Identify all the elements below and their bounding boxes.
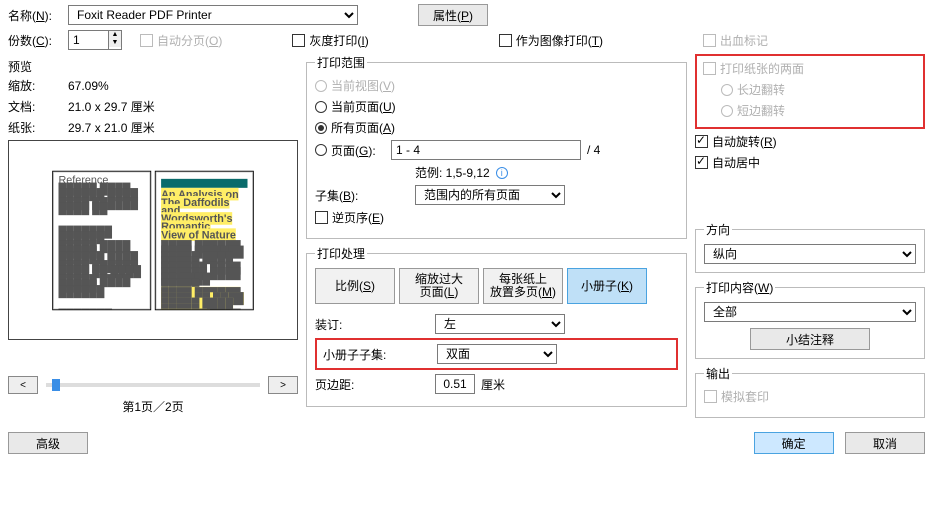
cancel-button[interactable]: 取消 bbox=[845, 432, 925, 454]
tab-booklet[interactable]: 小册子(K) bbox=[567, 268, 647, 304]
pages-total: / 4 bbox=[587, 143, 600, 157]
pages-example: 范例: 1,5-9,12 bbox=[415, 164, 490, 181]
binding-label: 装订: bbox=[315, 316, 435, 333]
preview-page-right: An Analysis on The Daffodils and Wordswo… bbox=[155, 170, 254, 310]
pages-label: 页面(G): bbox=[331, 142, 391, 159]
current-view-label: 当前视图(V) bbox=[331, 77, 395, 94]
duplex-checkbox bbox=[703, 62, 716, 75]
orientation-select[interactable]: 纵向 bbox=[704, 244, 916, 264]
print-what-group: 打印内容(W) 全部 小结注释 bbox=[695, 279, 925, 359]
duplex-label: 打印纸张的两面 bbox=[720, 60, 804, 77]
auto-center-label: 自动居中 bbox=[712, 154, 760, 171]
paper-label: 纸张: bbox=[8, 119, 68, 136]
next-page-button[interactable]: > bbox=[268, 376, 298, 394]
output-title: 输出 bbox=[704, 365, 732, 382]
long-edge-radio bbox=[721, 84, 733, 96]
copies-spinner[interactable]: ▲▼ bbox=[68, 30, 122, 50]
reverse-checkbox[interactable] bbox=[315, 211, 328, 224]
copies-input[interactable] bbox=[68, 30, 108, 50]
printer-select[interactable]: Foxit Reader PDF Printer bbox=[68, 5, 358, 25]
doc-label: 文档: bbox=[8, 98, 68, 115]
collate-checkbox bbox=[140, 34, 153, 47]
preview-title: 预览 bbox=[8, 58, 298, 75]
pages-radio[interactable] bbox=[315, 144, 327, 156]
auto-center-checkbox[interactable] bbox=[695, 156, 708, 169]
zoom-value: 67.09% bbox=[68, 79, 109, 93]
booklet-subset-select[interactable]: 双面 bbox=[437, 344, 557, 364]
collate-label: 自动分页(O) bbox=[157, 32, 222, 49]
subset-label: 子集(B): bbox=[315, 187, 415, 204]
properties-button[interactable]: 属性(P) bbox=[418, 4, 488, 26]
auto-rotate-label: 自动旋转(R) bbox=[712, 133, 777, 150]
as-image-label: 作为图像打印(T) bbox=[516, 32, 603, 49]
current-page-radio[interactable] bbox=[315, 101, 327, 113]
bleed-checkbox bbox=[703, 34, 716, 47]
binding-select[interactable]: 左 bbox=[435, 314, 565, 334]
print-what-select[interactable]: 全部 bbox=[704, 302, 916, 322]
long-edge-label: 长边翻转 bbox=[737, 81, 785, 98]
grayscale-label: 灰度打印(I) bbox=[309, 32, 368, 49]
reverse-label: 逆页序(E) bbox=[332, 209, 384, 226]
copies-up[interactable]: ▲ bbox=[109, 31, 121, 39]
info-icon[interactable]: i bbox=[496, 167, 508, 179]
zoom-label: 缩放: bbox=[8, 77, 68, 94]
simulate-label: 模拟套印 bbox=[721, 388, 769, 405]
prev-page-button[interactable]: < bbox=[8, 376, 38, 394]
page-indicator: 第1页／2页 bbox=[8, 398, 298, 415]
tab-fit[interactable]: 缩放过大页面(L) bbox=[399, 268, 479, 304]
preview-page-left: Reference█████ ████ ██████ ████████ ████… bbox=[52, 170, 151, 310]
all-pages-label: 所有页面(A) bbox=[331, 119, 395, 136]
pages-input[interactable] bbox=[391, 140, 581, 160]
as-image-checkbox[interactable] bbox=[499, 34, 512, 47]
orientation-title: 方向 bbox=[704, 221, 732, 238]
current-page-label: 当前页面(U) bbox=[331, 98, 396, 115]
tab-scale[interactable]: 比例(S) bbox=[315, 268, 395, 304]
simulate-checkbox bbox=[704, 390, 717, 403]
doc-value: 21.0 x 29.7 厘米 bbox=[68, 98, 155, 115]
margin-label: 页边距: bbox=[315, 376, 435, 393]
paper-value: 29.7 x 21.0 厘米 bbox=[68, 119, 155, 136]
print-range-title: 打印范围 bbox=[315, 54, 367, 71]
handling-title: 打印处理 bbox=[315, 245, 367, 262]
current-view-radio bbox=[315, 80, 327, 92]
output-group: 输出 模拟套印 bbox=[695, 365, 925, 418]
ok-button[interactable]: 确定 bbox=[754, 432, 834, 454]
all-pages-radio[interactable] bbox=[315, 122, 327, 134]
margin-input[interactable] bbox=[435, 374, 475, 394]
copies-down[interactable]: ▼ bbox=[109, 39, 121, 47]
advanced-button[interactable]: 高级 bbox=[8, 432, 88, 454]
print-range-group: 打印范围 当前视图(V) 当前页面(U) 所有页面(A) 页面(G): / 4 … bbox=[306, 54, 687, 239]
copies-label: 份数(C): bbox=[8, 32, 68, 49]
tab-multiple[interactable]: 每张纸上放置多页(M) bbox=[483, 268, 563, 304]
page-slider[interactable] bbox=[46, 383, 260, 387]
subset-select[interactable]: 范围内的所有页面 bbox=[415, 185, 565, 205]
booklet-subset-label: 小册子子集: bbox=[323, 346, 437, 363]
margin-unit: 厘米 bbox=[481, 376, 505, 393]
grayscale-checkbox[interactable] bbox=[292, 34, 305, 47]
bleed-label: 出血标记 bbox=[720, 32, 768, 49]
print-what-title: 打印内容(W) bbox=[704, 279, 775, 296]
orientation-group: 方向 纵向 bbox=[695, 221, 925, 273]
handling-group: 打印处理 比例(S) 缩放过大页面(L) 每张纸上放置多页(M) 小册子(K) … bbox=[306, 245, 687, 407]
auto-rotate-checkbox[interactable] bbox=[695, 135, 708, 148]
name-label: 名称(N): bbox=[8, 7, 68, 24]
preview-canvas: Reference█████ ████ ██████ ████████ ████… bbox=[8, 140, 298, 340]
short-edge-label: 短边翻转 bbox=[737, 102, 785, 119]
short-edge-radio bbox=[721, 105, 733, 117]
summarize-button[interactable]: 小结注释 bbox=[750, 328, 870, 350]
